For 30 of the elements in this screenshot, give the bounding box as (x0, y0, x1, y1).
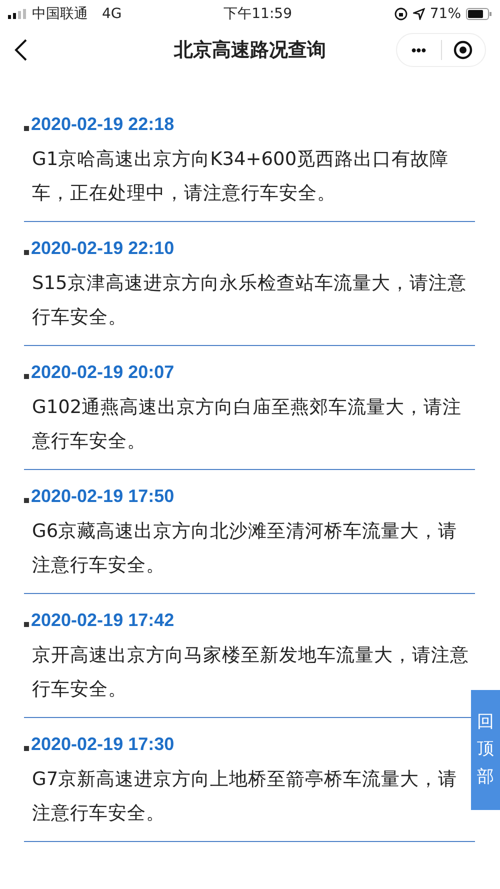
report-text: G6京藏高速出京方向北沙滩至清河桥车流量大，请注意行车安全。 (31, 520, 458, 578)
report-text: G1京哈高速出京方向K34+600觅西路出口有故障车，正在处理中，请注意行车安全。 (31, 148, 450, 206)
report-time: 2020-02-19 17:42 (31, 610, 174, 631)
report-time: 2020-02-19 20:07 (31, 362, 174, 383)
bullet-icon (24, 622, 29, 627)
report-text: S15京津高速进京方向永乐检查站车流量大，请注意行车安全。 (31, 272, 468, 330)
bullet-icon (24, 498, 29, 503)
orientation-lock-icon (394, 7, 408, 21)
more-button[interactable]: ••• (397, 34, 440, 66)
page-title: 北京高速路况查询 (174, 39, 326, 61)
bullet-icon (24, 746, 29, 751)
bullet-icon (24, 250, 29, 255)
bullet-icon (24, 126, 29, 131)
clock: 下午11:59 (224, 5, 292, 23)
battery-icon (466, 8, 492, 20)
report-text: G7京新高速进京方向上地桥至箭亭桥车流量大，请注意行车安全。 (31, 768, 458, 826)
report-text: 京开高速出京方向马家楼至新发地车流量大，请注意行车安全。 (31, 644, 470, 702)
target-icon (453, 40, 474, 60)
report-text: G102通燕高速出京方向白庙至燕郊车流量大，请注意行车安全。 (31, 396, 463, 454)
report-time: 2020-02-19 17:50 (31, 486, 174, 507)
report-time: 2020-02-19 17:30 (31, 734, 174, 755)
network-type: 4G (102, 6, 122, 22)
signal-icon (8, 9, 26, 19)
carrier-name: 中国联通 (32, 5, 88, 23)
back-icon[interactable] (14, 38, 28, 62)
battery-percent: 71% (430, 6, 461, 22)
report-time: 2020-02-19 22:10 (31, 238, 174, 259)
report-time: 2020-02-19 22:18 (31, 114, 174, 135)
bullet-icon (24, 374, 29, 379)
location-arrow-icon (412, 8, 425, 20)
